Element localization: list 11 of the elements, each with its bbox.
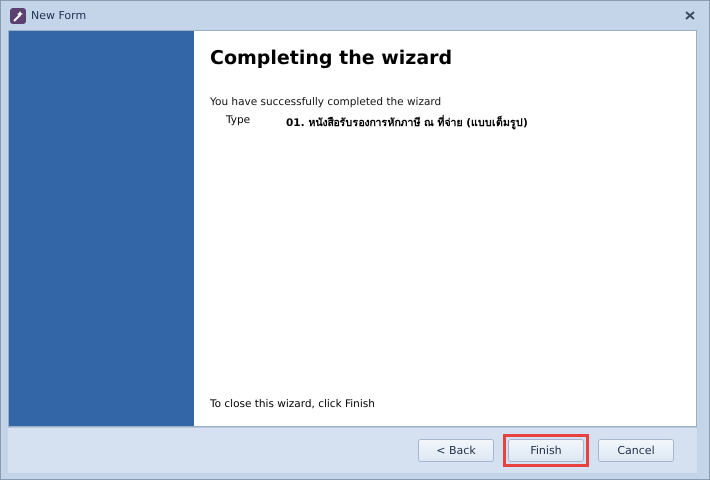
field-label: Type xyxy=(226,114,252,128)
field-value: 01. หนังสือรับรองการหักภาษี ณ ที่จ่าย (แบบเต็มรูป) xyxy=(286,114,528,131)
wizard-heading: Completing the wizard xyxy=(210,47,454,69)
footer-note: To close this wizard, click Finish xyxy=(210,398,376,410)
wand-icon xyxy=(10,8,26,24)
completion-message: You have successfully completed the wizard xyxy=(210,96,442,108)
window-title: New Form xyxy=(31,9,86,22)
wizard-button[interactable]: Cancel xyxy=(598,439,674,462)
wizard-button[interactable]: Finish xyxy=(508,439,584,462)
close-icon[interactable] xyxy=(685,11,695,20)
wizard-button[interactable]: < Back xyxy=(418,439,494,462)
